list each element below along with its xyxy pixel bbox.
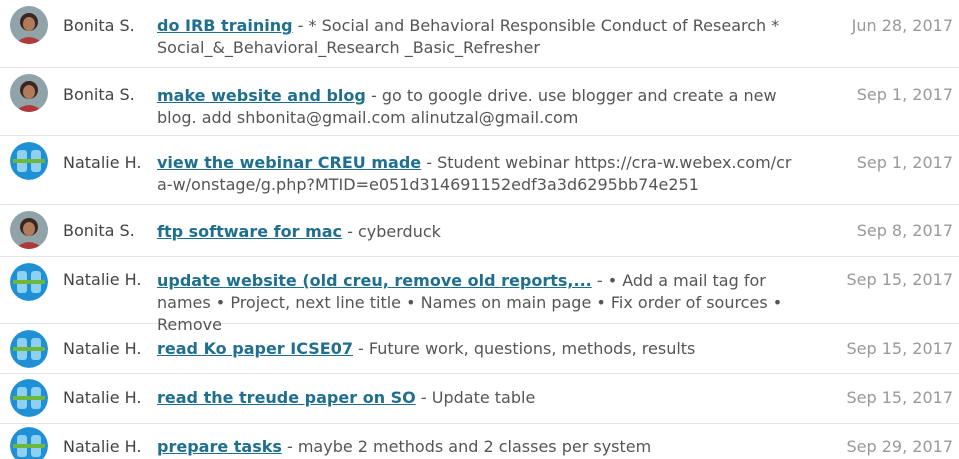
task-row: Natalie H. read the treude paper on SO -… (0, 374, 959, 424)
task-list: Bonita S. do IRB training - * Social and… (0, 0, 959, 459)
separator: - (352, 339, 369, 358)
user-logo-avatar (10, 427, 48, 459)
task-link[interactable]: read Ko paper ICSE07 (157, 339, 353, 358)
task-row: Natalie H. view the webinar CREU made - … (0, 136, 959, 205)
due-date: Sep 15, 2017 (846, 270, 954, 289)
task-row: Bonita S. make website and blog - go to … (0, 68, 959, 136)
due-date: Sep 1, 2017 (856, 153, 953, 172)
owner-name: Natalie H. (63, 388, 142, 407)
task-text: read Ko paper ICSE07 - Future work, ques… (157, 338, 797, 360)
task-link[interactable]: read the treude paper on SO (157, 388, 416, 407)
task-description: maybe 2 methods and 2 classes per system (297, 437, 652, 456)
owner-name: Bonita S. (63, 16, 135, 35)
owner-name: Natalie H. (63, 437, 142, 456)
task-link[interactable]: view the webinar CREU made (157, 153, 421, 172)
user-logo-avatar (10, 142, 48, 180)
separator: - (591, 271, 608, 290)
due-date: Sep 29, 2017 (846, 437, 954, 456)
user-logo-avatar (10, 379, 48, 417)
due-date: Sep 1, 2017 (856, 85, 953, 104)
task-link[interactable]: do IRB training (157, 16, 293, 35)
owner-name: Natalie H. (63, 270, 142, 289)
due-date: Jun 28, 2017 (851, 16, 953, 35)
task-link[interactable]: ftp software for mac (157, 222, 342, 241)
due-date: Sep 8, 2017 (856, 221, 953, 240)
task-description: Update table (431, 388, 536, 407)
task-text: view the webinar CREU made - Student web… (157, 152, 797, 196)
task-text: do IRB training - * Social and Behaviora… (157, 15, 797, 59)
user-photo-avatar (10, 6, 48, 44)
task-row: Bonita S. ftp software for mac - cyberdu… (0, 205, 959, 257)
task-link[interactable]: make website and blog (157, 86, 366, 105)
separator: - (421, 153, 438, 172)
user-logo-avatar (10, 263, 48, 301)
task-text: read the treude paper on SO - Update tab… (157, 387, 797, 409)
separator: - (292, 16, 309, 35)
task-text: make website and blog - go to google dri… (157, 85, 797, 129)
task-link[interactable]: update website (old creu, remove old rep… (157, 271, 592, 290)
task-text: prepare tasks - maybe 2 methods and 2 cl… (157, 436, 797, 458)
task-row: Natalie H. prepare tasks - maybe 2 metho… (0, 424, 959, 459)
task-row: Bonita S. do IRB training - * Social and… (0, 0, 959, 68)
task-row: Natalie H. read Ko paper ICSE07 - Future… (0, 324, 959, 374)
separator: - (365, 86, 382, 105)
task-description: cyberduck (357, 222, 441, 241)
user-photo-avatar (10, 211, 48, 249)
task-text: ftp software for mac - cyberduck (157, 221, 797, 243)
separator: - (415, 388, 432, 407)
owner-name: Bonita S. (63, 221, 135, 240)
task-row: Natalie H. update website (old creu, rem… (0, 257, 959, 334)
due-date: Sep 15, 2017 (846, 339, 954, 358)
separator: - (281, 437, 298, 456)
owner-name: Bonita S. (63, 85, 135, 104)
due-date: Sep 15, 2017 (846, 388, 954, 407)
owner-name: Natalie H. (63, 339, 142, 358)
task-description: Future work, questions, methods, results (368, 339, 696, 358)
separator: - (342, 222, 358, 241)
owner-name: Natalie H. (63, 153, 142, 172)
task-link[interactable]: prepare tasks (157, 437, 282, 456)
user-logo-avatar (10, 330, 48, 368)
user-photo-avatar (10, 74, 48, 112)
